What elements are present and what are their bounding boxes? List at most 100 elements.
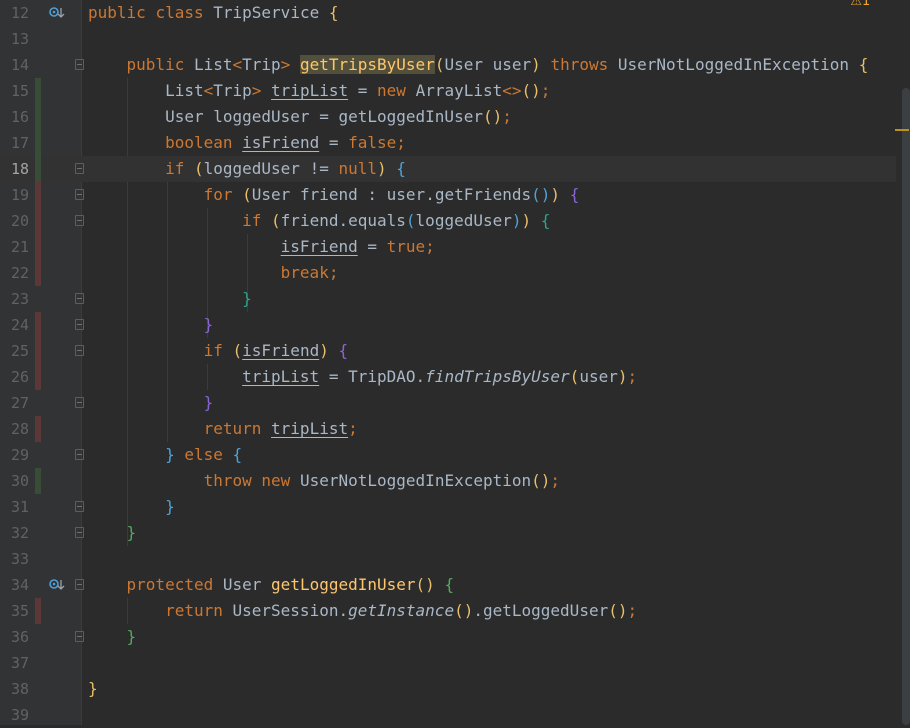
code-line: 34 protected User getLoggedInUser() { bbox=[0, 572, 896, 598]
change-marker[interactable] bbox=[35, 130, 41, 156]
change-marker[interactable] bbox=[35, 78, 41, 104]
line-number: 23 bbox=[10, 290, 29, 308]
fold-toggle-icon[interactable] bbox=[75, 189, 84, 200]
fold-end-icon[interactable] bbox=[75, 527, 84, 538]
code-text: } bbox=[203, 393, 214, 412]
fold-toggle-icon[interactable] bbox=[75, 59, 84, 70]
fold-toggle-icon[interactable] bbox=[75, 215, 84, 226]
line-number: 18 bbox=[10, 160, 29, 178]
code-line: 22 break; bbox=[0, 260, 896, 286]
line-number: 19 bbox=[10, 186, 29, 204]
fold-end-icon[interactable] bbox=[75, 293, 84, 304]
code-line: 17 boolean isFriend = false; bbox=[0, 130, 896, 156]
overridden-marker-icon[interactable] bbox=[48, 578, 66, 592]
change-marker[interactable] bbox=[35, 182, 41, 208]
code-text: protected User getLoggedInUser() { bbox=[126, 575, 455, 594]
code-line: 12 public class TripService { bbox=[0, 0, 896, 26]
change-marker[interactable] bbox=[35, 104, 41, 130]
code-line: 28 return tripList; bbox=[0, 416, 896, 442]
line-number: 37 bbox=[10, 654, 29, 672]
code-text: if (isFriend) { bbox=[203, 341, 349, 360]
code-text: return UserSession.getInstance().getLogg… bbox=[165, 601, 638, 620]
fold-end-icon[interactable] bbox=[75, 501, 84, 512]
line-number: 31 bbox=[10, 498, 29, 516]
code-line: 35 return UserSession.getInstance().getL… bbox=[0, 598, 896, 624]
code-text: boolean isFriend = false; bbox=[165, 133, 406, 152]
line-number: 15 bbox=[10, 82, 29, 100]
change-marker[interactable] bbox=[35, 208, 41, 234]
code-line: 29 } else { bbox=[0, 442, 896, 468]
change-marker[interactable] bbox=[35, 416, 41, 442]
code-text: public List<Trip> getTripsByUser(User us… bbox=[126, 55, 869, 74]
code-line: 32 } bbox=[0, 520, 896, 546]
code-text: for (User friend : user.getFriends()) { bbox=[203, 185, 580, 204]
fold-toggle-icon[interactable] bbox=[75, 449, 84, 460]
line-number: 17 bbox=[10, 134, 29, 152]
change-marker[interactable] bbox=[35, 312, 41, 338]
change-marker[interactable] bbox=[35, 598, 41, 624]
code-text: if (friend.equals(loggedUser)) { bbox=[242, 211, 551, 230]
code-text: public class TripService { bbox=[88, 3, 339, 22]
code-text: List<Trip> tripList = new ArrayList<>(); bbox=[165, 81, 551, 100]
line-number: 26 bbox=[10, 368, 29, 386]
line-number: 34 bbox=[10, 576, 29, 594]
change-marker[interactable] bbox=[35, 234, 41, 260]
code-line: 14 public List<Trip> getTripsByUser(User… bbox=[0, 52, 896, 78]
fold-toggle-icon[interactable] bbox=[75, 345, 84, 356]
line-number: 20 bbox=[10, 212, 29, 230]
change-marker[interactable] bbox=[35, 338, 41, 364]
code-line-current: 18 if (loggedUser != null) { bbox=[0, 156, 896, 182]
code-text: break; bbox=[280, 263, 339, 282]
navigation-chevrons-icon[interactable]: ^ ˅ bbox=[874, 0, 896, 9]
change-marker[interactable] bbox=[35, 364, 41, 390]
code-line: 31 } bbox=[0, 494, 896, 520]
warning-count[interactable]: ⚠1 bbox=[850, 0, 870, 9]
line-number: 16 bbox=[10, 108, 29, 126]
change-marker[interactable] bbox=[35, 468, 41, 494]
code-line: 24 } bbox=[0, 312, 896, 338]
line-number: 30 bbox=[10, 472, 29, 490]
fold-end-icon[interactable] bbox=[75, 397, 84, 408]
fold-toggle-icon[interactable] bbox=[75, 163, 84, 174]
line-number: 32 bbox=[10, 524, 29, 542]
vertical-scrollbar[interactable] bbox=[902, 88, 910, 725]
change-marker[interactable] bbox=[35, 156, 41, 182]
code-text: throw new UserNotLoggedInException(); bbox=[203, 471, 561, 490]
code-line: 21 isFriend = true; bbox=[0, 234, 896, 260]
line-number: 24 bbox=[10, 316, 29, 334]
code-text: tripList = TripDAO.findTripsByUser(user)… bbox=[242, 367, 638, 386]
fold-toggle-icon[interactable] bbox=[75, 579, 84, 590]
code-line: 38 } bbox=[0, 676, 896, 702]
change-marker[interactable] bbox=[35, 260, 41, 286]
code-text: } bbox=[242, 289, 252, 308]
fold-end-icon[interactable] bbox=[75, 319, 84, 330]
code-line: 25 if (isFriend) { bbox=[0, 338, 896, 364]
code-line: 16 User loggedUser = getLoggedInUser(); bbox=[0, 104, 896, 130]
warning-stripe-marker[interactable] bbox=[895, 129, 909, 131]
code-line: 39 bbox=[0, 702, 896, 728]
code-line: 30 throw new UserNotLoggedInException(); bbox=[0, 468, 896, 494]
line-number: 12 bbox=[10, 4, 29, 22]
code-line: 36 } bbox=[0, 624, 896, 650]
code-text: } bbox=[203, 315, 214, 334]
inspection-widget[interactable]: ⚠1 ^ ˅ bbox=[850, 0, 896, 9]
line-number: 13 bbox=[10, 30, 29, 48]
line-number: 29 bbox=[10, 446, 29, 464]
code-line: 37 bbox=[0, 650, 896, 676]
fold-end-icon[interactable] bbox=[75, 631, 84, 642]
implemented-marker-icon[interactable] bbox=[48, 6, 66, 20]
code-line: 26 tripList = TripDAO.findTripsByUser(us… bbox=[0, 364, 896, 390]
code-text: isFriend = true; bbox=[280, 237, 435, 256]
line-number: 14 bbox=[10, 56, 29, 74]
line-number: 27 bbox=[10, 394, 29, 412]
line-number: 21 bbox=[10, 238, 29, 256]
code-text: } else { bbox=[165, 445, 243, 464]
code-editor[interactable]: 12 public class TripService { 13 14 publ… bbox=[0, 0, 910, 725]
code-line: 15 List<Trip> tripList = new ArrayList<>… bbox=[0, 78, 896, 104]
code-line: 33 bbox=[0, 546, 896, 572]
code-text: return tripList; bbox=[203, 419, 358, 438]
line-number: 36 bbox=[10, 628, 29, 646]
code-text: if (loggedUser != null) { bbox=[165, 159, 406, 178]
code-line: 20 if (friend.equals(loggedUser)) { bbox=[0, 208, 896, 234]
code-line: 23 } bbox=[0, 286, 896, 312]
